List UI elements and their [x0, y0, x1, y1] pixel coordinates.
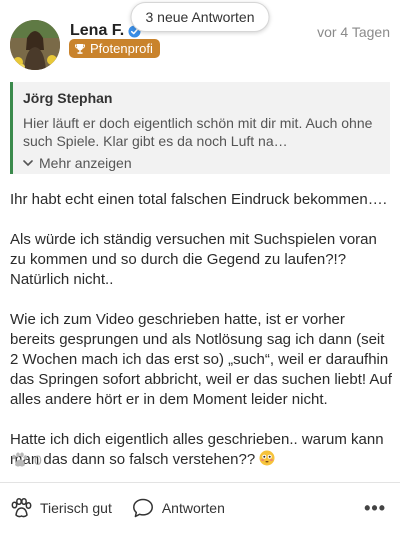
post-paragraph: Hatte ich dich eigentlich alles geschrie…: [10, 431, 384, 468]
reply-button[interactable]: Antworten: [132, 497, 225, 519]
status-badge: Pfotenprofi: [69, 39, 160, 58]
like-button[interactable]: Tierisch gut: [10, 497, 112, 519]
quote-author: Jörg Stephan: [23, 90, 113, 106]
speech-bubble-icon: [132, 498, 153, 518]
divider: [0, 482, 400, 483]
reaction-summary[interactable]: 0: [10, 452, 42, 468]
author-name[interactable]: Lena F.: [70, 22, 124, 40]
flushed-face-emoji: [259, 450, 275, 466]
timestamp: vor 4 Tagen: [317, 24, 390, 40]
more-dots-icon[interactable]: •••: [364, 498, 386, 519]
new-replies-banner[interactable]: 3 neue Antworten: [130, 2, 270, 32]
paw-icon: [12, 452, 28, 467]
like-label: Tierisch gut: [40, 500, 112, 516]
show-more-button[interactable]: Mehr anzeigen: [23, 155, 380, 171]
post-body: Ihr habt echt einen total falschen Eindr…: [10, 190, 392, 490]
reaction-count: 0: [34, 452, 42, 468]
post-paragraph-last: Hatte ich dich eigentlich alles geschrie…: [10, 430, 392, 470]
post-paragraph: Als würde ich ständig versuchen mit Such…: [10, 231, 377, 288]
badge-label: Pfotenprofi: [90, 41, 153, 56]
action-bar: Tierisch gut Antworten •••: [10, 490, 386, 526]
show-more-label: Mehr anzeigen: [39, 155, 132, 171]
post-paragraph: Wie ich zum Video geschrieben hatte, ist…: [10, 311, 392, 408]
avatar[interactable]: [10, 20, 60, 70]
author[interactable]: Lena F.: [70, 22, 141, 40]
quote-text: Hier läuft er doch eigentlich schön mit …: [23, 115, 373, 149]
reply-label: Antworten: [161, 500, 225, 516]
paw-icon: [11, 497, 32, 518]
quoted-reply[interactable]: Jörg Stephan Hier läuft er doch eigentli…: [10, 82, 390, 174]
trophy-icon: [74, 43, 86, 54]
post-paragraph: Ihr habt echt einen total falschen Eindr…: [10, 191, 387, 208]
chevron-down-icon: [23, 160, 33, 167]
